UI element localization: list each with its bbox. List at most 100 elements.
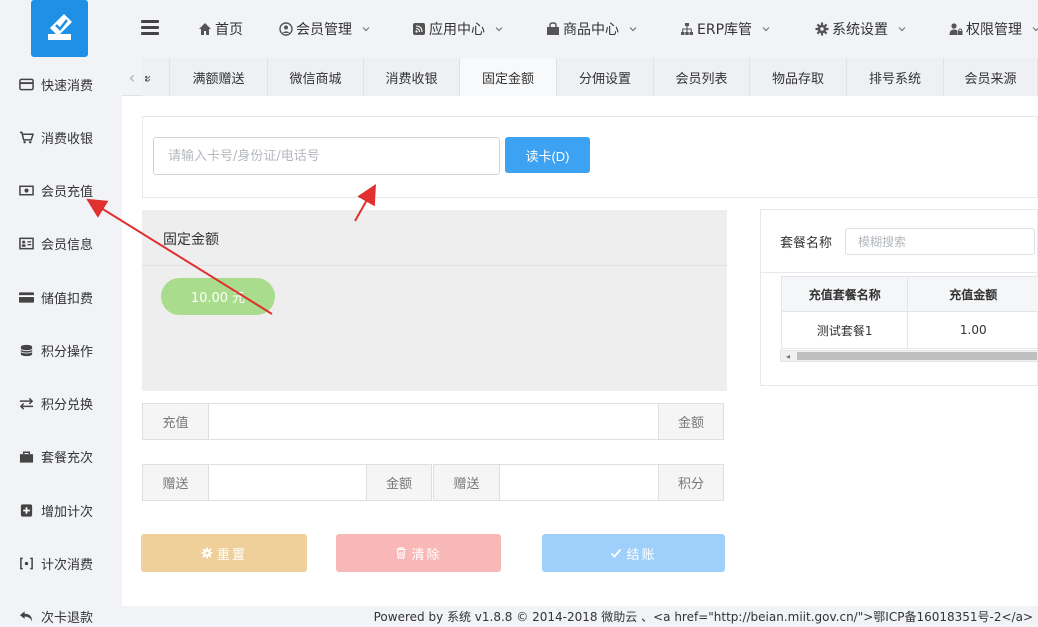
sidebar-item-checkout[interactable]: 消费收银 [0,117,122,157]
bag-icon [18,449,34,463]
cart-icon [18,130,34,144]
gift-label: 赠送 [143,465,209,500]
trash-icon [395,547,407,559]
nav-label: 会员管理 [296,22,352,38]
divider [142,265,727,266]
nav-permission-management[interactable]: 权限管理 [949,18,1038,40]
user-lock-icon [949,22,963,36]
sidebar-item-count-consume[interactable]: 计次消费 [0,543,122,583]
sidebar-item-stored-value-deduct[interactable]: 储值扣费 [0,277,122,317]
check-icon [610,547,622,559]
column-header[interactable]: 充值套餐名称 [780,276,909,312]
amount-unit-label: 金额 [658,404,723,439]
chevron-down-icon [761,24,771,34]
nav-system-settings[interactable]: 系统设置 [815,18,907,40]
hamburger-menu-icon[interactable] [141,20,159,36]
gift-points-input[interactable] [500,465,658,500]
gift-amount-group: 赠送 金额 [142,464,432,501]
chevron-down-icon [494,24,504,34]
scrollbar-thumb[interactable] [797,352,1037,360]
sidebar-item-member-info[interactable]: 会员信息 [0,223,122,263]
reset-label: 重置 [216,547,247,563]
sidebar-item-package-recharge[interactable]: 套餐充次 [0,436,122,476]
sidebar-item-points-operation[interactable]: 积分操作 [0,330,122,370]
sidebar-item-add-count[interactable]: 增加计次 [0,490,122,530]
divider [761,272,1038,273]
exchange-icon [18,396,34,410]
credit-card-icon [18,290,34,304]
undo-icon [18,609,34,623]
package-amount-cell: 1.00 [907,311,1038,349]
points-unit-label: 积分 [658,465,723,500]
gift-label: 赠送 [434,465,500,500]
gift-amount-input[interactable] [209,465,366,500]
checkout-label: 结账 [626,547,657,563]
sitemap-icon [680,22,694,36]
tab-item-storage[interactable]: 物品存取 [750,58,847,96]
sidebar-item-label: 计次消费 [41,557,94,573]
tab-member-source[interactable]: 会员来源 [944,58,1038,96]
read-card-button[interactable]: 读卡(D) [505,137,590,173]
tab-fixed-amount[interactable]: 固定金额 [460,58,557,96]
nav-member-management[interactable]: 会员管理 [279,18,371,40]
package-search-input[interactable] [845,228,1035,255]
tab-scroll-left-icon[interactable]: ‹ [122,58,142,96]
sidebar-item-label: 会员充值 [41,184,94,200]
main-content: 读卡(D) 固定金额 10.00 元 充值 金额 赠送 金额 赠送 积分 重置 … [122,96,1038,606]
tab-wechat-mall[interactable]: 微信商城 [268,58,364,96]
nav-app-center[interactable]: 应用中心 [412,18,504,40]
nav-label: 应用中心 [429,22,485,38]
nav-label: 系统设置 [832,22,888,38]
recharge-amount-input[interactable] [209,404,658,439]
sidebar-item-count-card-refund[interactable]: 次卡退款 [0,596,122,627]
app-logo [31,0,88,57]
recharge-label: 充值 [143,404,209,439]
amount-unit-label: 金额 [366,465,431,500]
sidebar: 快速消费 消费收银 会员充值 会员信息 储值扣费 积分操作 积分兑换 套餐充次 … [0,0,122,627]
nav-label: 商品中心 [563,22,619,38]
sidebar-item-label: 快速消费 [41,78,94,94]
top-navigation: 首页 会员管理 应用中心 商品中心 ERP库管 系统设置 权限管理 [122,0,1038,58]
nav-home[interactable]: 首页 [198,18,243,40]
card-icon [18,77,34,91]
nav-erp-inventory[interactable]: ERP库管 [680,18,771,40]
clear-button[interactable]: 清除 [336,534,501,572]
amount-option-pill[interactable]: 10.00 元 [161,278,275,315]
tab-partial[interactable]: ะ [142,58,170,96]
table-row[interactable]: 测试套餐1 1.00 [780,311,1038,349]
card-search-panel: 读卡(D) [142,116,1038,198]
chevron-down-icon [361,24,371,34]
tab-consume-cashier[interactable]: 消费收银 [364,58,460,96]
tab-full-gift[interactable]: 满额赠送 [170,58,268,96]
recharge-amount-group: 充值 金额 [142,403,724,440]
sidebar-item-points-exchange[interactable]: 积分兑换 [0,383,122,423]
sidebar-item-label: 会员信息 [41,237,94,253]
nav-product-center[interactable]: 商品中心 [546,18,638,40]
plus-square-icon [18,503,34,517]
column-header[interactable]: 充值金额 [907,276,1038,312]
tab-strip: ‹ ะ 满额赠送 微信商城 消费收银 固定金额 分佣设置 会员列表 物品存取 排… [122,58,1038,96]
tab-member-list[interactable]: 会员列表 [654,58,750,96]
horizontal-scrollbar[interactable]: ◂ [780,350,1038,362]
sidebar-item-label: 增加计次 [41,504,94,520]
card-number-input[interactable] [153,137,500,175]
user-circle-icon [279,22,293,36]
checkout-button[interactable]: 结账 [542,534,725,572]
id-card-icon [18,236,34,250]
sidebar-item-quick-consume[interactable]: 快速消费 [0,64,122,104]
scroll-left-arrow-icon[interactable]: ◂ [781,351,795,361]
footer: Powered by 系统 v1.8.8 © 2014-2018 微助云 、<a… [122,606,1038,627]
tab-queue-system[interactable]: 排号系统 [847,58,944,96]
sidebar-item-member-recharge[interactable]: 会员充值 [0,170,122,210]
tab-commission-settings[interactable]: 分佣设置 [557,58,654,96]
bracket-icon [18,556,34,570]
nav-label: 权限管理 [966,22,1022,38]
package-name-label: 套餐名称 [780,236,833,251]
footer-text: Powered by 系统 v1.8.8 © 2014-2018 微助云 、<a… [373,610,1033,624]
reset-button[interactable]: 重置 [141,534,307,572]
rss-icon [412,22,426,36]
logo-icon [48,14,72,40]
nav-label: 首页 [215,22,243,38]
gift-points-group: 赠送 积分 [433,464,724,501]
home-icon [198,22,212,36]
